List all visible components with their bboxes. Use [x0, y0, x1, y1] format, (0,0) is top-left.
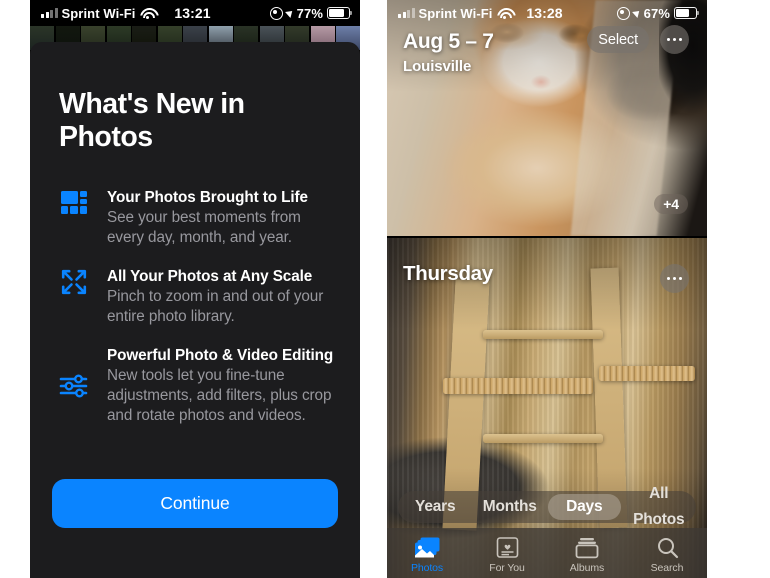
right-phone-screen: Aug 5 – 7 Louisville Select +4 Thursday … [387, 0, 707, 578]
left-status-bar: Sprint Wi-Fi 13:21 77% [30, 0, 360, 26]
page-title: What's New in Photos [59, 88, 245, 153]
tab-albums[interactable]: Albums [547, 528, 627, 578]
tab-search[interactable]: Search [627, 528, 707, 578]
feature-text: Powerful Photo & Video Editing New tools… [94, 346, 338, 426]
feature-title: All Your Photos at Any Scale [107, 268, 313, 285]
left-phone-screen: Sprint Wi-Fi 13:21 77% What's New in Pho… [30, 0, 360, 578]
right-status-bar: Sprint Wi-Fi 13:28 67% [387, 0, 707, 26]
battery-percent-label: 67% [643, 5, 670, 21]
card-date-label: Aug 5 – 7 [403, 30, 494, 53]
heart-card-icon [496, 536, 519, 560]
expand-arrows-icon [54, 267, 94, 297]
feature-text: All Your Photos at Any Scale Pinch to zo… [94, 267, 338, 327]
feature-row-any-scale: All Your Photos at Any Scale Pinch to zo… [54, 267, 338, 327]
rotation-lock-icon [616, 6, 630, 20]
tab-label: Photos [410, 561, 444, 574]
clock-label: 13:21 [174, 5, 211, 21]
sliders-icon [54, 371, 94, 401]
wood-screw-center [443, 378, 593, 394]
status-right-group: 67% [573, 6, 707, 21]
feature-description: Pinch to zoom in and out of your entire … [107, 288, 324, 325]
wood-rail-bottom [483, 434, 603, 443]
battery-icon [674, 7, 699, 19]
rotation-lock-icon [269, 6, 283, 20]
clock-label: 13:28 [526, 5, 563, 21]
select-button[interactable]: Select [587, 26, 649, 53]
ellipsis-icon[interactable] [660, 25, 689, 54]
ellipsis-icon[interactable] [660, 264, 689, 293]
photos-icon [414, 536, 440, 560]
carrier-label: Sprint Wi-Fi [61, 5, 136, 21]
card-day-label: Thursday [403, 262, 493, 285]
status-right-group: 77% [226, 6, 360, 21]
cellular-signal-icon [398, 8, 415, 18]
photo-grid-icon [54, 188, 94, 218]
card-place-label: Louisville [403, 58, 472, 75]
whats-new-sheet: What's New in Photos Your Photos Brought… [30, 42, 360, 578]
scale-option-all-photos[interactable]: All Photos [623, 481, 696, 533]
albums-icon [575, 536, 599, 560]
feature-title: Your Photos Brought to Life [107, 189, 308, 206]
tab-photos[interactable]: Photos [387, 528, 467, 578]
tab-for-you[interactable]: For You [467, 528, 547, 578]
feature-text: Your Photos Brought to Life See your bes… [94, 188, 338, 248]
feature-list: Your Photos Brought to Life See your bes… [54, 188, 338, 426]
battery-percent-label: 77% [296, 5, 323, 21]
battery-icon [327, 7, 352, 19]
status-left-group: Sprint Wi-Fi [30, 6, 165, 21]
feature-title: Powerful Photo & Video Editing [107, 347, 334, 364]
scale-option-months[interactable]: Months [474, 494, 547, 520]
feature-row-photos-to-life: Your Photos Brought to Life See your bes… [54, 188, 338, 248]
scale-option-days[interactable]: Days [548, 494, 621, 520]
tab-label: For You [489, 561, 525, 574]
tab-bar: Photos For You Albums Search [387, 528, 707, 578]
scale-segmented-control[interactable]: Years Months Days All Photos [398, 485, 696, 528]
feature-description: New tools let you fine-tune adjustments,… [107, 367, 332, 424]
wifi-icon [140, 8, 155, 20]
tab-label: Search [650, 561, 684, 574]
feature-row-editing: Powerful Photo & Video Editing New tools… [54, 346, 338, 426]
wifi-icon [497, 8, 512, 20]
scale-option-years[interactable]: Years [399, 494, 472, 520]
tab-label: Albums [569, 561, 605, 574]
extra-photos-badge: +4 [654, 194, 688, 214]
memory-card-aug-5-7[interactable]: Aug 5 – 7 Louisville Select +4 [387, 0, 707, 236]
search-icon [656, 536, 679, 560]
location-arrow-icon [631, 8, 642, 18]
cellular-signal-icon [41, 8, 58, 18]
feature-description: See your best moments from every day, mo… [107, 209, 301, 246]
continue-button[interactable]: Continue [52, 479, 338, 528]
location-arrow-icon [284, 8, 295, 18]
status-left-group: Sprint Wi-Fi [387, 6, 522, 21]
wood-screw-right [599, 366, 695, 381]
carrier-label: Sprint Wi-Fi [418, 5, 493, 21]
wood-rail-top [483, 330, 603, 339]
